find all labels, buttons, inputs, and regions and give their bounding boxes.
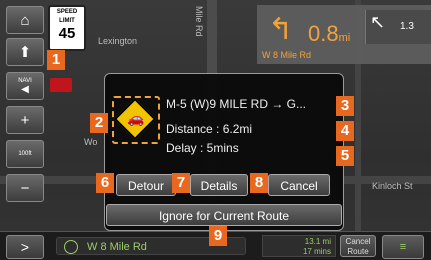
plus-icon: +: [20, 111, 30, 129]
route-segment-text: M-5 (W)9 MILE RD → G...: [166, 97, 307, 111]
menu-icon: ≡: [399, 241, 407, 253]
cancel-route-line1: Cancel: [345, 237, 371, 246]
remaining-distance: 13.1 mi: [304, 237, 331, 246]
turn-distance-value: 0.8: [308, 21, 339, 46]
home-button[interactable]: ⌂: [6, 6, 44, 34]
map-label-wo: Wo: [84, 137, 98, 147]
turn-street-name: W 8 Mile Rd: [262, 50, 312, 60]
callout-badge: 3: [336, 96, 354, 116]
cancel-button[interactable]: Cancel: [268, 174, 330, 196]
callout-badge: 9: [209, 226, 227, 246]
navi-volume-button[interactable]: NAVI ◀: [6, 72, 44, 100]
callout-badge: 4: [336, 121, 354, 141]
map-label-lexington: Lexington: [98, 36, 138, 46]
speed-limit-value: 45: [58, 25, 76, 42]
home-icon: ⌂: [20, 11, 30, 29]
turn-distance-unit: mi: [338, 32, 351, 44]
expand-button[interactable]: >: [6, 235, 44, 259]
turn-distance: 0.8mi: [308, 21, 350, 47]
map-scale-button[interactable]: 100ft: [6, 140, 44, 168]
next-turn-distance: 1.3: [400, 21, 414, 32]
callout-badge: 5: [336, 146, 354, 166]
details-button[interactable]: Details: [190, 174, 248, 196]
callout-badge: 8: [250, 173, 268, 193]
callout-badge: 2: [90, 113, 108, 133]
scale-label: 100ft: [18, 151, 32, 157]
speed-limit-line2: LIMIT: [59, 18, 75, 24]
location-icon: [64, 240, 78, 254]
map-label-mile-rd: Mile Rd: [194, 6, 204, 37]
zoom-in-button[interactable]: +: [6, 106, 44, 134]
delay-text: Delay : 5mins: [166, 141, 239, 155]
mute-indicator-icon: [50, 78, 72, 92]
turn-left-arrow-icon: ↰: [268, 13, 294, 46]
detour-button[interactable]: Detour: [116, 174, 176, 196]
zoom-out-button[interactable]: −: [6, 174, 44, 202]
callout-badge: 7: [172, 173, 190, 193]
callout-badge: 1: [47, 50, 65, 70]
menu-button[interactable]: ≡: [382, 235, 424, 259]
compass-button[interactable]: ⬆: [6, 38, 44, 66]
ignore-for-current-route-button[interactable]: Ignore for Current Route: [106, 204, 342, 226]
remaining-route-info: 13.1 mi 17 mins: [262, 235, 336, 257]
speed-limit-line1: SPEED: [56, 9, 78, 15]
callout-badge: 6: [96, 173, 114, 193]
remaining-time: 17 mins: [302, 247, 331, 256]
car-icon: 🚗: [127, 110, 145, 126]
cancel-route-button[interactable]: Cancel Route: [340, 235, 376, 257]
compass-icon: ⬆: [18, 44, 32, 61]
next-turn-arrow-icon: ↖: [370, 12, 386, 32]
map-label-kinloch: Kinloch St: [372, 181, 413, 191]
distance-text: Distance : 6.2mi: [166, 122, 253, 136]
cancel-route-line2: Route: [347, 247, 369, 256]
speed-limit-sign: SPEED LIMIT 45: [48, 5, 86, 51]
speaker-icon: ◀: [21, 83, 29, 95]
minus-icon: −: [20, 179, 30, 197]
navigation-screen: Lexington Mile Rd Kinloch St Wo ⌂ ⬆ NAVI…: [0, 0, 431, 260]
